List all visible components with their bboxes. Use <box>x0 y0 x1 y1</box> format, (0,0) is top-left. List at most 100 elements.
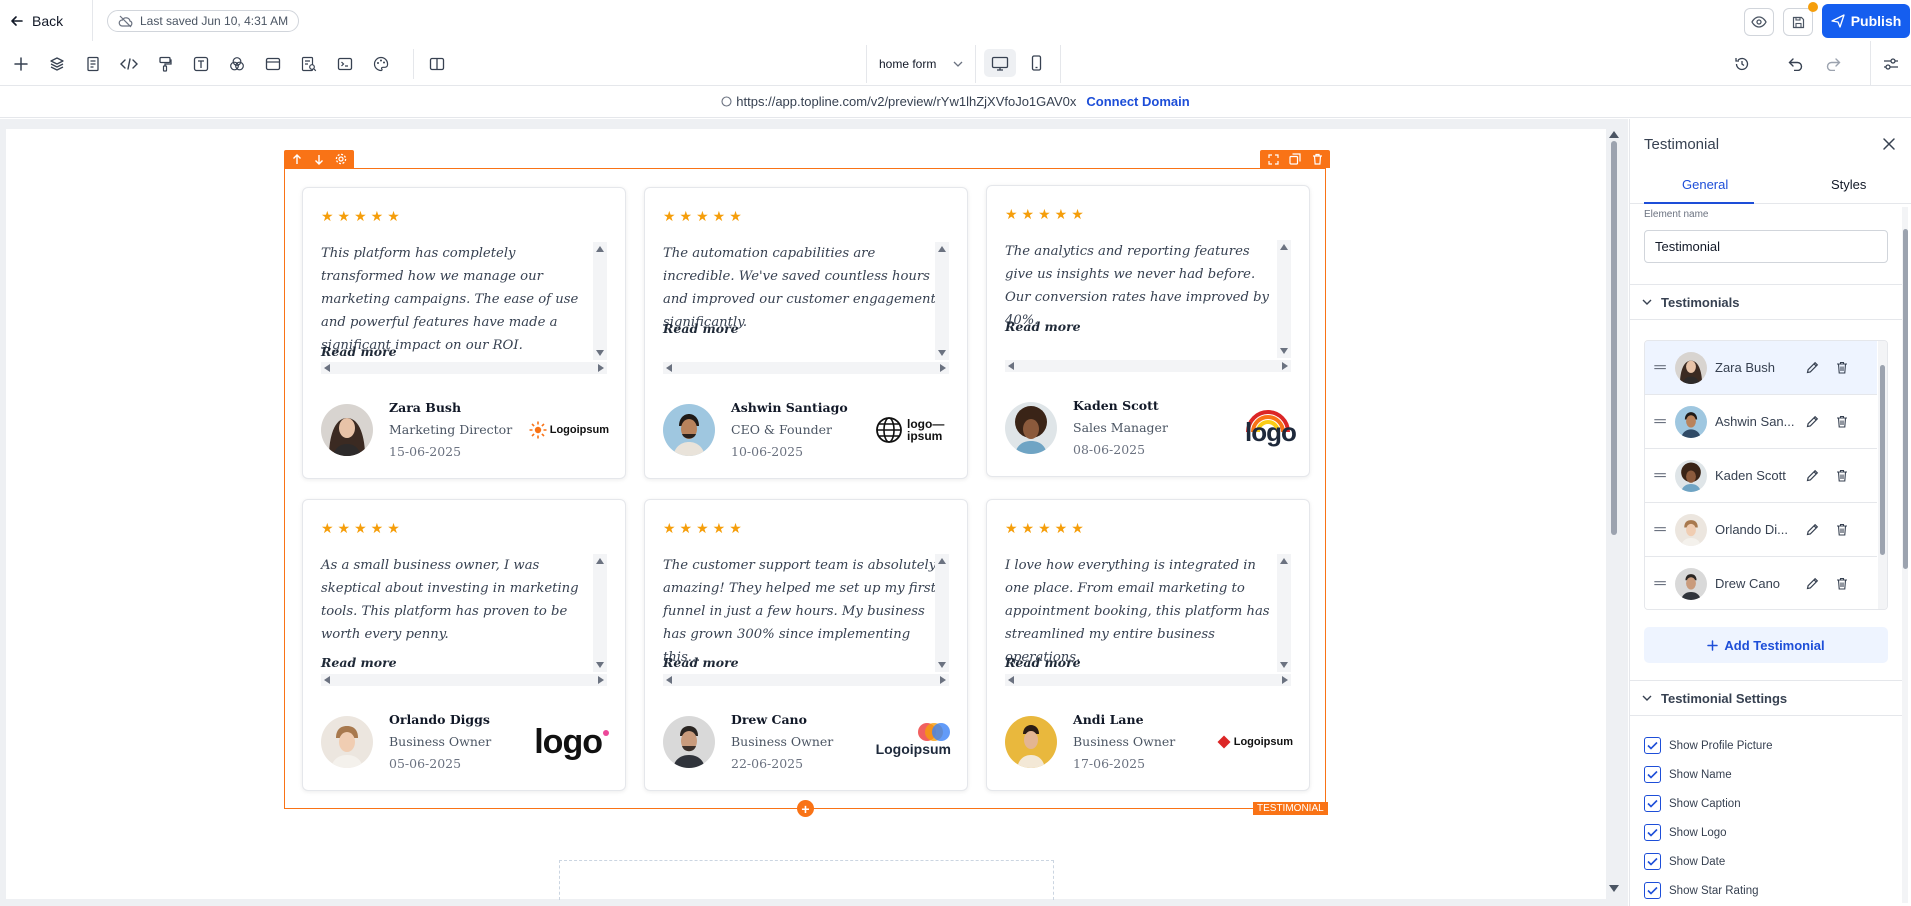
add-section-button[interactable]: + <box>797 800 814 817</box>
styles-button[interactable] <box>152 51 178 77</box>
quote-scrollbar[interactable] <box>593 554 607 672</box>
quote-scrollbar[interactable] <box>935 242 949 360</box>
scroll-left-arrow-icon[interactable] <box>666 676 672 684</box>
duplicate-icon[interactable] <box>1286 150 1304 168</box>
pages-button[interactable] <box>80 51 106 77</box>
list-item[interactable]: ═ Zara Bush <box>1645 341 1877 395</box>
scroll-up-arrow-icon[interactable] <box>938 558 946 564</box>
scroll-right-arrow-icon[interactable] <box>1282 362 1288 370</box>
quote-scrollbar[interactable] <box>1277 554 1291 672</box>
scroll-down-arrow-icon[interactable] <box>1280 662 1288 668</box>
scroll-up-arrow-icon[interactable] <box>596 558 604 564</box>
history-button[interactable] <box>1729 51 1755 77</box>
forms-button[interactable] <box>296 51 322 77</box>
scroll-right-arrow-icon[interactable] <box>940 364 946 372</box>
close-panel-button[interactable] <box>1882 135 1900 153</box>
read-more-link[interactable]: Read more <box>663 321 739 336</box>
scroll-down-arrow-icon[interactable] <box>1280 348 1288 354</box>
show-logo-checkbox[interactable]: Show Logo <box>1644 824 1727 841</box>
edit-button[interactable] <box>1797 353 1827 383</box>
drag-handle-icon[interactable]: ═ <box>1645 359 1675 377</box>
code-button[interactable] <box>116 51 142 77</box>
checkmark-icon[interactable] <box>1644 795 1661 812</box>
quote-horizontal-scrollbar[interactable] <box>321 674 607 686</box>
settings-button[interactable] <box>1878 51 1904 77</box>
drag-handle-icon[interactable]: ═ <box>1645 521 1675 539</box>
expand-icon[interactable] <box>1264 150 1282 168</box>
sections-button[interactable] <box>260 51 286 77</box>
edit-button[interactable] <box>1797 569 1827 599</box>
checkmark-icon[interactable] <box>1644 737 1661 754</box>
testimonial-settings-header[interactable]: Testimonial Settings <box>1630 680 1902 716</box>
add-element-button[interactable] <box>8 51 34 77</box>
read-more-link[interactable]: Read more <box>1005 655 1081 670</box>
preview-button[interactable] <box>1744 8 1774 36</box>
edit-button[interactable] <box>1797 461 1827 491</box>
checkmark-icon[interactable] <box>1644 766 1661 783</box>
read-more-link[interactable]: Read more <box>663 655 739 670</box>
scroll-left-arrow-icon[interactable] <box>666 364 672 372</box>
scroll-up-arrow-icon[interactable] <box>596 246 604 252</box>
scroll-up-arrow-icon[interactable] <box>1609 131 1619 138</box>
testimonials-section-header[interactable]: Testimonials <box>1630 284 1902 320</box>
panel-scroll-thumb[interactable] <box>1903 229 1908 569</box>
move-down-icon[interactable] <box>310 150 328 168</box>
element-name-input[interactable] <box>1644 230 1888 263</box>
page-selector[interactable]: home form <box>866 45 976 83</box>
split-view-button[interactable] <box>424 51 450 77</box>
list-item[interactable]: ═ Orlando Di... <box>1645 503 1877 557</box>
gear-icon[interactable] <box>332 150 350 168</box>
scroll-left-arrow-icon[interactable] <box>324 676 330 684</box>
move-up-icon[interactable] <box>288 150 306 168</box>
tab-styles[interactable]: Styles <box>1831 177 1866 192</box>
show-profile-picture-checkbox[interactable]: Show Profile Picture <box>1644 737 1773 754</box>
checkmark-icon[interactable] <box>1644 853 1661 870</box>
quote-horizontal-scrollbar[interactable] <box>1005 674 1291 686</box>
connect-domain-link[interactable]: Connect Domain <box>1086 94 1189 109</box>
scroll-right-arrow-icon[interactable] <box>598 364 604 372</box>
checkmark-icon[interactable] <box>1644 882 1661 899</box>
quote-scrollbar[interactable] <box>935 554 949 672</box>
list-scroll-thumb[interactable] <box>1880 365 1885 555</box>
scroll-left-arrow-icon[interactable] <box>1008 676 1014 684</box>
drag-handle-icon[interactable]: ═ <box>1645 413 1675 431</box>
scroll-right-arrow-icon[interactable] <box>598 676 604 684</box>
scroll-up-arrow-icon[interactable] <box>938 246 946 252</box>
typography-button[interactable] <box>188 51 214 77</box>
delete-button[interactable] <box>1827 353 1857 383</box>
add-testimonial-button[interactable]: Add Testimonial <box>1644 627 1888 663</box>
read-more-link[interactable]: Read more <box>321 655 397 670</box>
preview-url[interactable]: https://app.topline.com/v2/preview/rYw1l… <box>736 94 1076 109</box>
scroll-left-arrow-icon[interactable] <box>1008 362 1014 370</box>
show-date-checkbox[interactable]: Show Date <box>1644 853 1725 870</box>
delete-button[interactable] <box>1827 515 1857 545</box>
scroll-up-arrow-icon[interactable] <box>1280 558 1288 564</box>
colors-button[interactable] <box>224 51 250 77</box>
quote-horizontal-scrollbar[interactable] <box>663 362 949 374</box>
scroll-right-arrow-icon[interactable] <box>940 676 946 684</box>
trash-icon[interactable] <box>1308 150 1326 168</box>
layers-button[interactable] <box>44 51 70 77</box>
scroll-down-arrow-icon[interactable] <box>938 350 946 356</box>
quote-horizontal-scrollbar[interactable] <box>321 362 607 374</box>
drag-handle-icon[interactable]: ═ <box>1645 575 1675 593</box>
list-item[interactable]: ═ Drew Cano <box>1645 557 1877 609</box>
list-item[interactable]: ═ Kaden Scott <box>1645 449 1877 503</box>
edit-button[interactable] <box>1797 515 1827 545</box>
quote-scrollbar[interactable] <box>1277 240 1291 358</box>
empty-section-placeholder[interactable] <box>559 860 1054 900</box>
show-star-rating-checkbox[interactable]: Show Star Rating <box>1644 882 1759 899</box>
show-name-checkbox[interactable]: Show Name <box>1644 766 1732 783</box>
redo-button[interactable] <box>1820 51 1846 77</box>
terminal-button[interactable] <box>332 51 358 77</box>
delete-button[interactable] <box>1827 461 1857 491</box>
mobile-view-button[interactable] <box>1020 49 1052 77</box>
back-button[interactable]: Back <box>10 10 63 32</box>
scroll-down-arrow-icon[interactable] <box>596 350 604 356</box>
canvas-scroll-thumb[interactable] <box>1611 141 1617 535</box>
show-caption-checkbox[interactable]: Show Caption <box>1644 795 1741 812</box>
delete-button[interactable] <box>1827 569 1857 599</box>
quote-horizontal-scrollbar[interactable] <box>663 674 949 686</box>
theme-button[interactable] <box>368 51 394 77</box>
tab-general[interactable]: General <box>1682 177 1728 192</box>
